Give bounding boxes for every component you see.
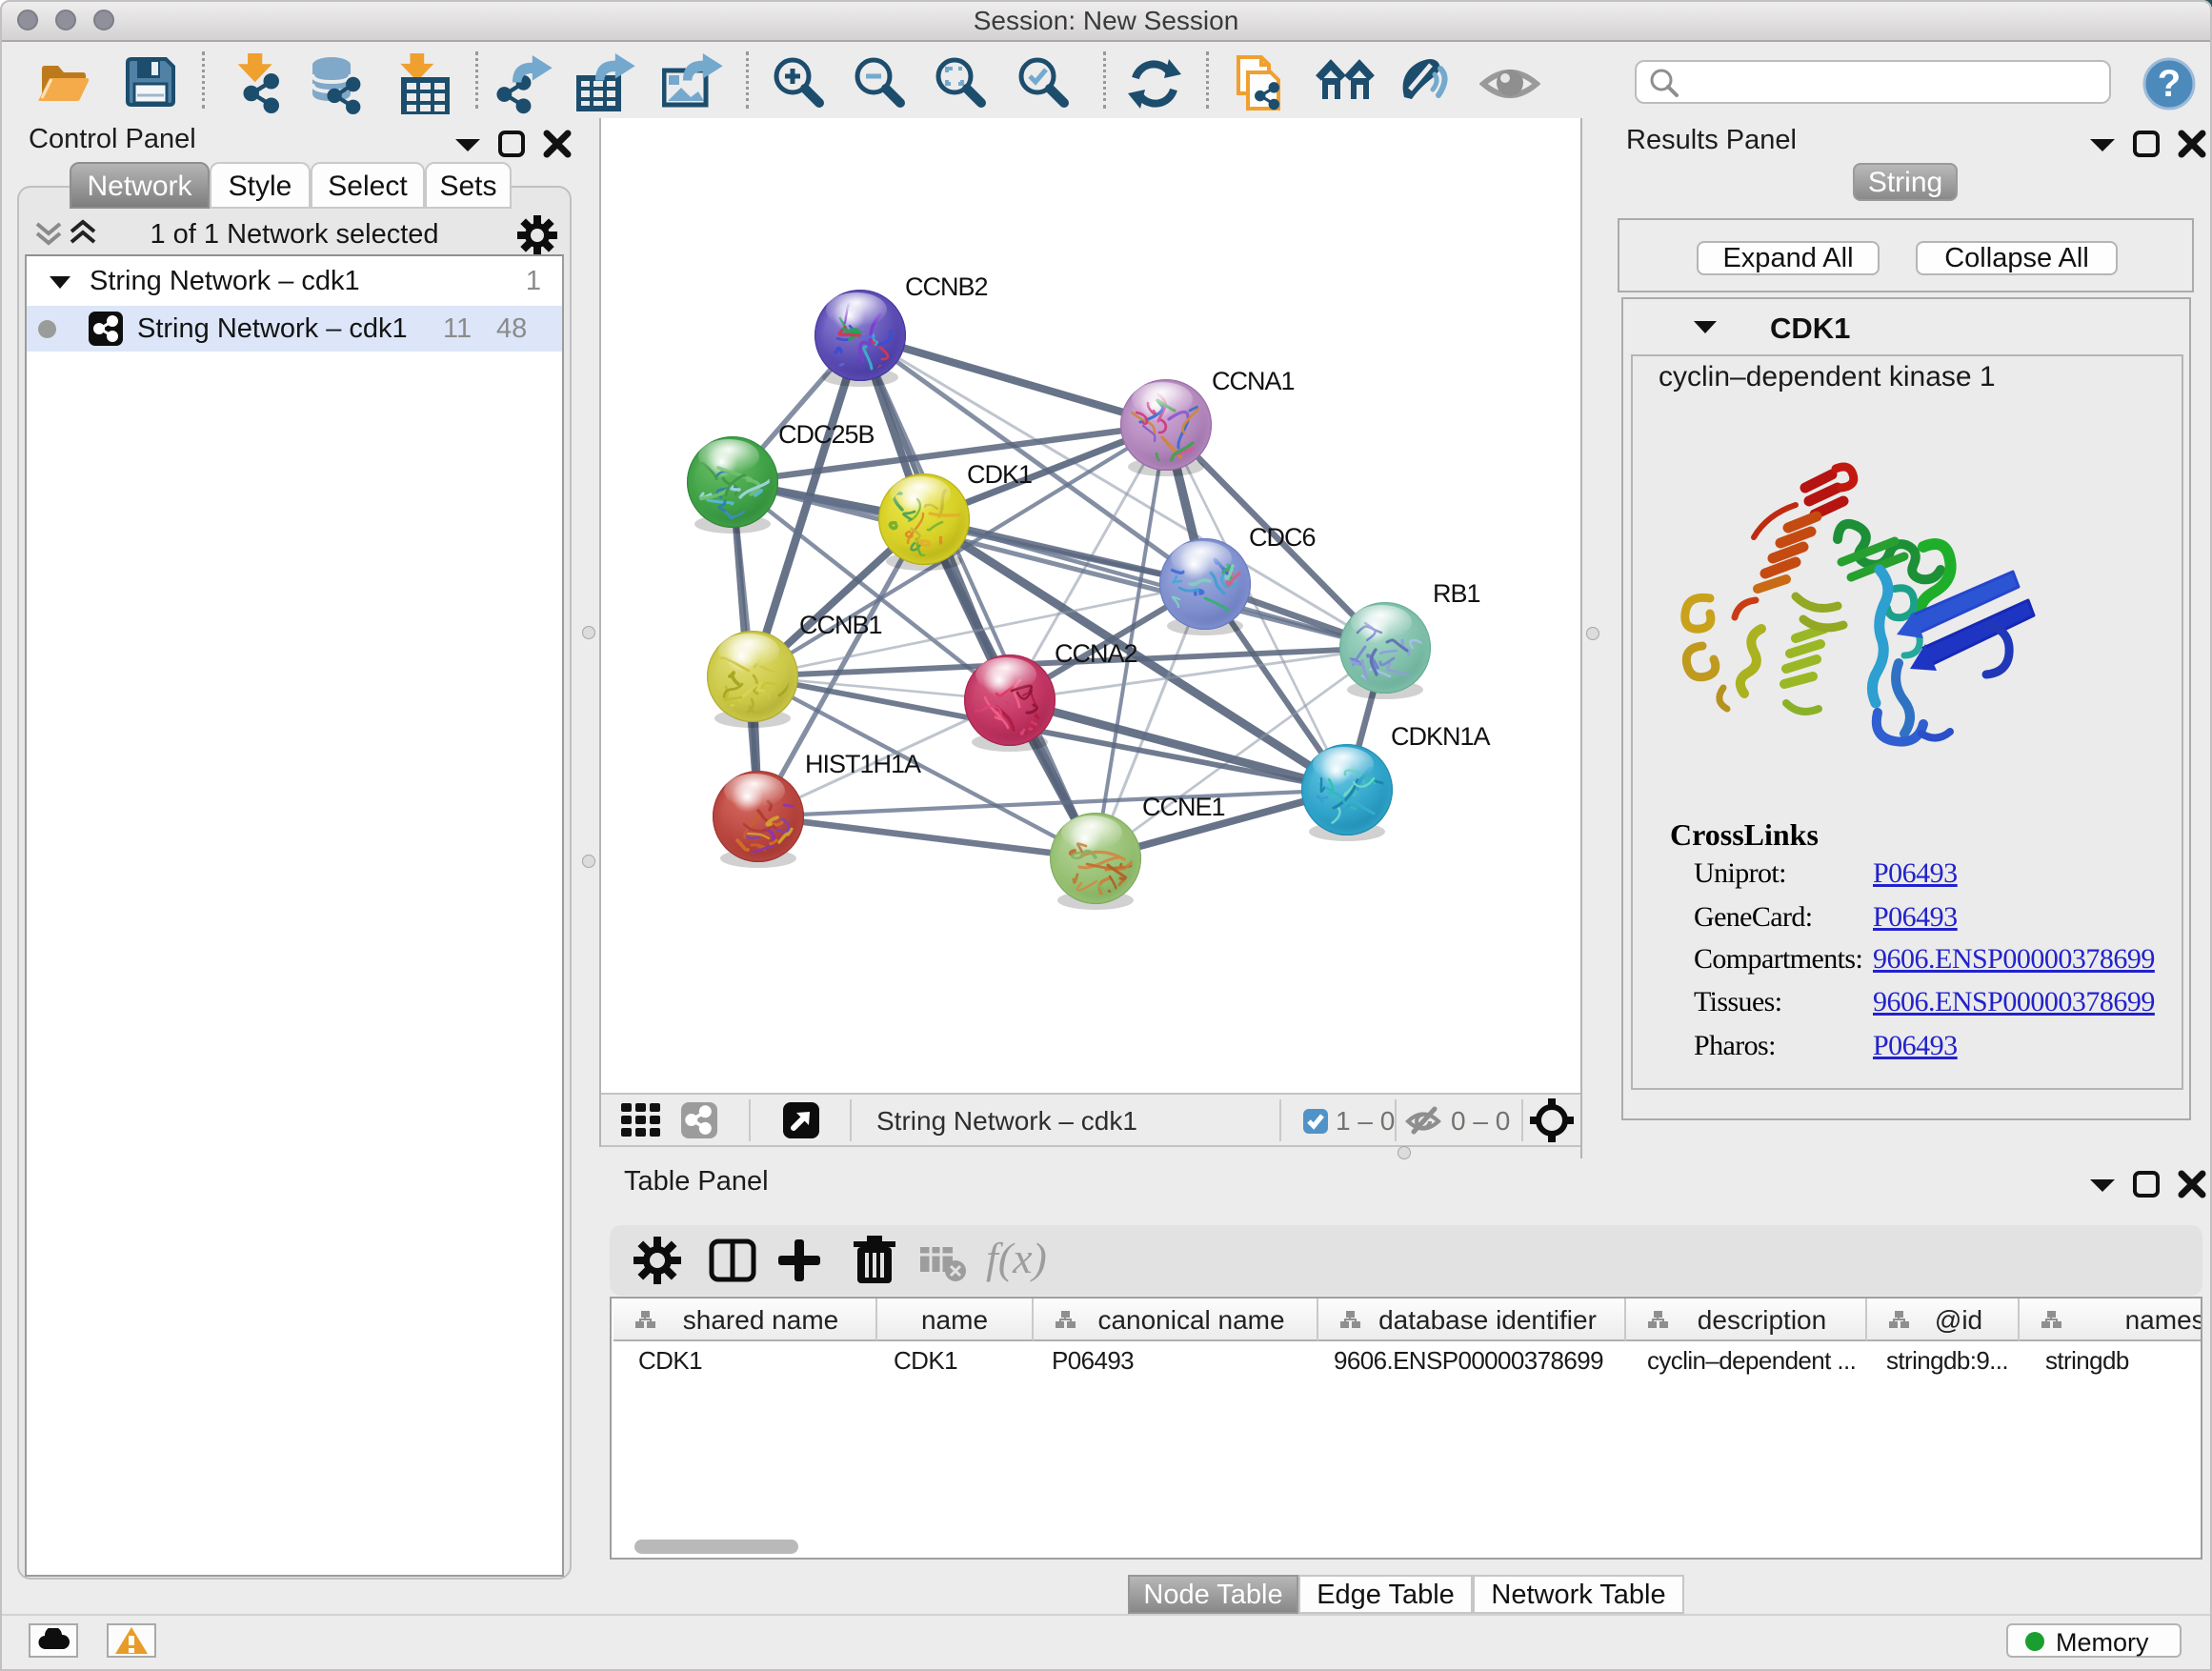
svg-text:CCNB1: CCNB1 <box>799 611 882 639</box>
svg-text:CCNE1: CCNE1 <box>1142 793 1225 821</box>
svg-text:CDK1: CDK1 <box>967 460 1032 489</box>
svg-text:?: ? <box>2158 63 2181 105</box>
svg-text:CCNB2: CCNB2 <box>905 272 988 301</box>
svg-text:CDC25B: CDC25B <box>778 420 875 449</box>
svg-text:HIST1H1A: HIST1H1A <box>805 750 921 778</box>
svg-text:CDKN1A: CDKN1A <box>1391 722 1491 751</box>
svg-text:CDC6: CDC6 <box>1249 523 1316 552</box>
svg-text:CCNA2: CCNA2 <box>1055 639 1137 668</box>
svg-text:RB1: RB1 <box>1433 579 1480 608</box>
svg-text:CCNA1: CCNA1 <box>1212 367 1295 395</box>
